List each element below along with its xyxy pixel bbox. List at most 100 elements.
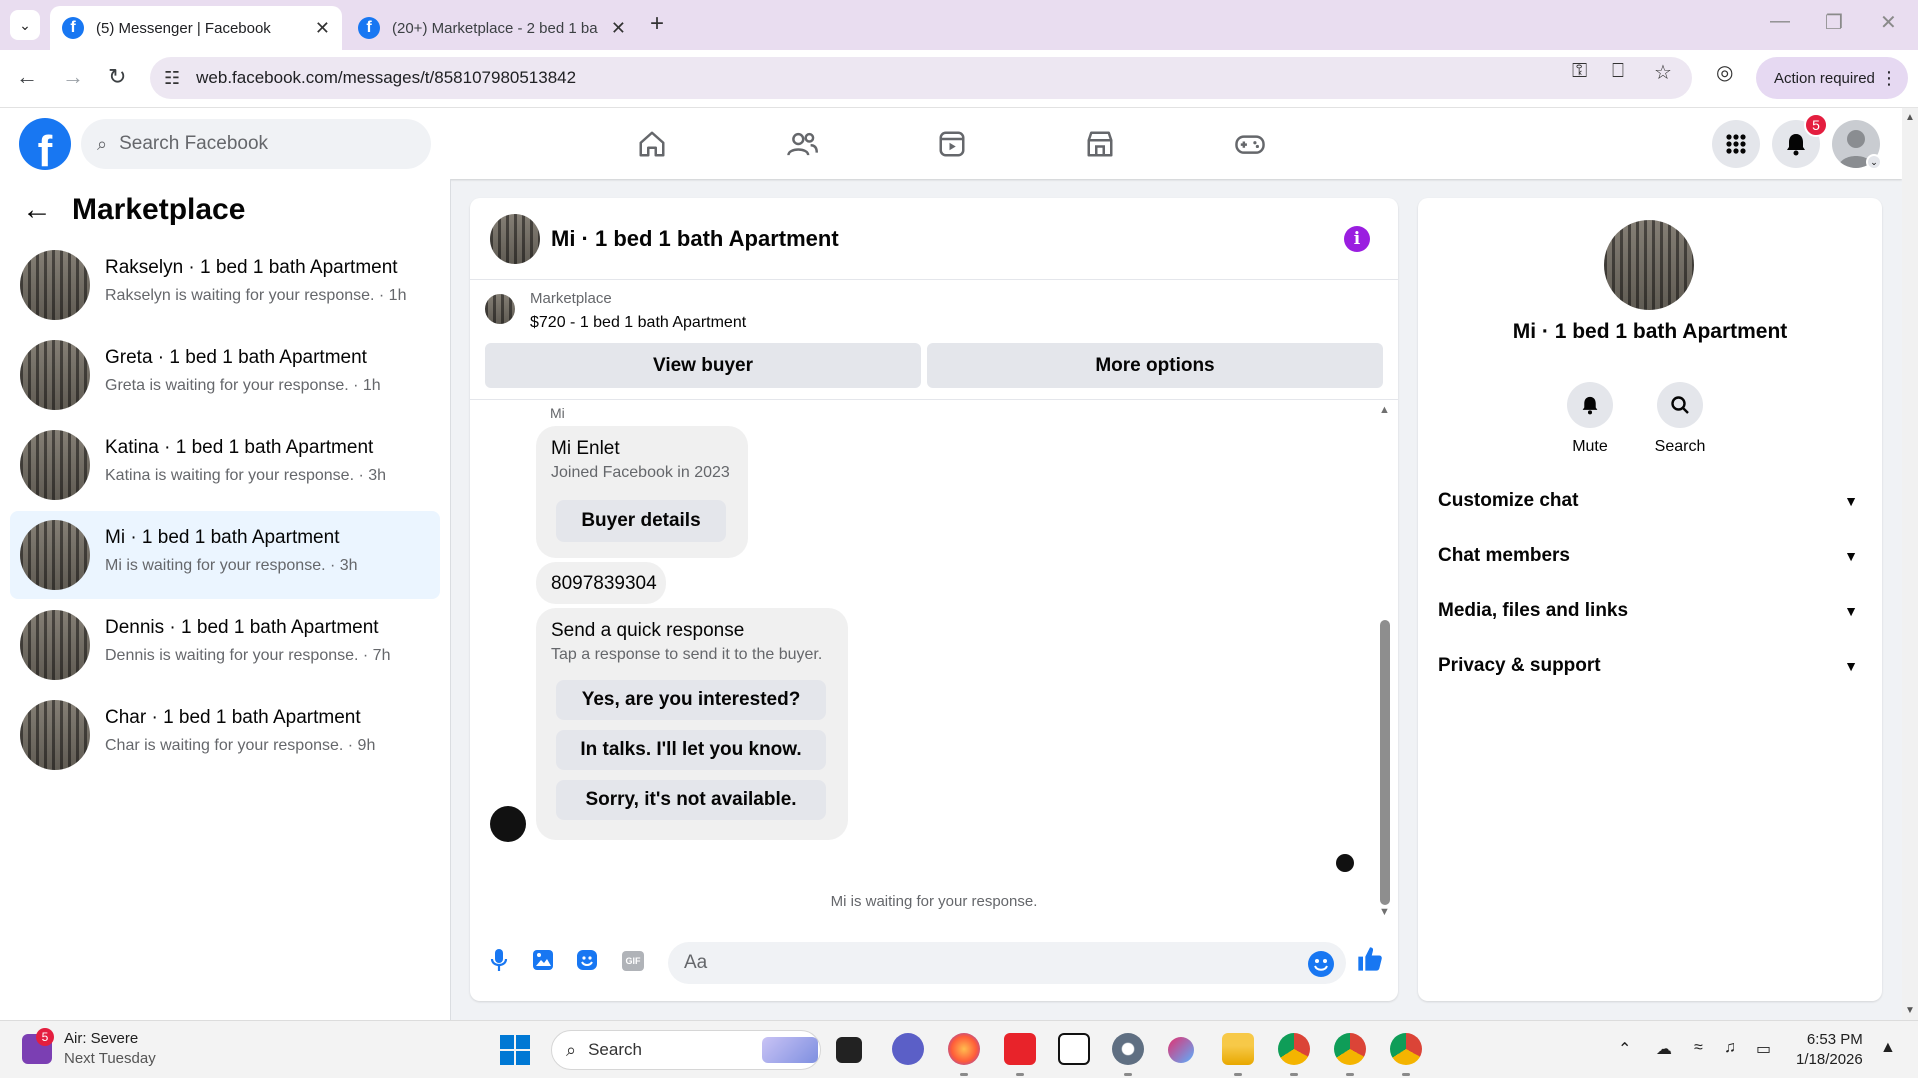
- conversation-status: Dennis is waiting for your response. · 7…: [105, 647, 391, 664]
- customize-chat-section[interactable]: Customize chat ▼: [1438, 481, 1862, 521]
- quick-reply-in-talks-button[interactable]: In talks. I'll let you know.: [556, 730, 826, 770]
- chevron-down-icon: ▼: [1844, 658, 1858, 674]
- mute-button[interactable]: Mute: [1550, 382, 1630, 456]
- settings-gear-icon[interactable]: [1112, 1033, 1144, 1065]
- gif-icon[interactable]: GIF: [622, 951, 644, 971]
- meet-app-icon[interactable]: [892, 1033, 924, 1065]
- conversation-item-katina[interactable]: Katina · 1 bed 1 bath Apartment Katina i…: [10, 421, 440, 509]
- message-list[interactable]: Mi Mi Enlet Joined Facebook in 2023 Buye…: [470, 400, 1398, 920]
- capcut-icon[interactable]: [1058, 1033, 1090, 1065]
- photo-icon[interactable]: [530, 947, 556, 973]
- tab-messenger[interactable]: f (5) Messenger | Facebook ✕: [50, 6, 342, 50]
- media-files-links-section[interactable]: Media, files and links ▼: [1438, 591, 1862, 631]
- file-explorer-icon[interactable]: [1222, 1033, 1254, 1065]
- conversation-item-greta[interactable]: Greta · 1 bed 1 bath Apartment Greta is …: [10, 331, 440, 419]
- cloud-offline-icon[interactable]: ☁: [1656, 1039, 1672, 1059]
- sender-avatar[interactable]: [490, 806, 526, 842]
- forward-arrow-icon[interactable]: →: [62, 64, 84, 90]
- video-icon[interactable]: [930, 122, 974, 166]
- chrome-profile-icon[interactable]: [1334, 1033, 1366, 1065]
- minimize-icon[interactable]: —: [1770, 10, 1790, 33]
- show-hidden-icons-chevron-icon[interactable]: ⌃: [1618, 1039, 1631, 1059]
- buyer-details-button[interactable]: Buyer details: [556, 500, 726, 542]
- facebook-favicon-icon: f: [358, 17, 380, 39]
- message-scrollbar-thumb[interactable]: [1380, 620, 1390, 905]
- action-required-button[interactable]: Action required ⋮: [1756, 57, 1908, 99]
- page-scrollbar[interactable]: ▲ ▼: [1902, 108, 1918, 1020]
- wps-office-icon[interactable]: [1004, 1033, 1036, 1065]
- conversation-item-mi[interactable]: Mi · 1 bed 1 bath Apartment Mi is waitin…: [10, 511, 440, 599]
- scroll-up-arrow-icon[interactable]: ▲: [1379, 404, 1390, 416]
- conversation-item-rakselyn[interactable]: Rakselyn · 1 bed 1 bath Apartment Raksel…: [10, 241, 440, 329]
- gaming-icon[interactable]: [1228, 122, 1272, 166]
- close-window-icon[interactable]: ✕: [1880, 10, 1897, 35]
- menu-grid-icon[interactable]: [1712, 120, 1760, 168]
- restore-icon[interactable]: ❐: [1825, 10, 1843, 35]
- kebab-menu-icon[interactable]: ⋮: [1880, 68, 1898, 89]
- volume-icon[interactable]: ♫: [1724, 1039, 1736, 1057]
- bookmark-star-icon[interactable]: ☆: [1654, 60, 1672, 85]
- more-options-button[interactable]: More options: [927, 343, 1383, 388]
- chat-members-section[interactable]: Chat members ▼: [1438, 536, 1862, 576]
- page-scroll-up-icon[interactable]: ▲: [1905, 112, 1915, 123]
- friends-icon[interactable]: [780, 122, 824, 166]
- close-tab-icon[interactable]: ✕: [315, 18, 330, 39]
- bell-icon: [1567, 382, 1613, 428]
- site-info-icon[interactable]: ☷: [164, 68, 180, 89]
- password-key-icon[interactable]: ⚿: [1572, 60, 1587, 83]
- page-scroll-down-icon[interactable]: ▼: [1905, 1005, 1915, 1016]
- firefox-icon[interactable]: [948, 1033, 980, 1065]
- windows-start-icon[interactable]: [500, 1035, 530, 1065]
- thumbs-up-icon[interactable]: [1356, 945, 1384, 980]
- account-chevron-down-icon[interactable]: ⌄: [1866, 154, 1882, 170]
- tab-marketplace[interactable]: f (20+) Marketplace - 2 bed 1 ba ✕: [346, 6, 638, 50]
- back-arrow-icon[interactable]: ←: [16, 64, 38, 90]
- section-label: Customize chat: [1438, 490, 1579, 511]
- conversation-item-char[interactable]: Char · 1 bed 1 bath Apartment Char is wa…: [10, 691, 440, 779]
- weather-widget[interactable]: 5 Air: Severe Next Tuesday: [22, 1028, 156, 1069]
- privacy-support-section[interactable]: Privacy & support ▼: [1438, 646, 1862, 686]
- notification-bell-icon[interactable]: ▲: [1880, 1039, 1896, 1057]
- battery-icon[interactable]: ▭: [1756, 1039, 1771, 1059]
- conversation-item-dennis[interactable]: Dennis · 1 bed 1 bath Apartment Dennis i…: [10, 601, 440, 689]
- quick-response-title: Send a quick response: [551, 620, 745, 641]
- search-in-conversation-button[interactable]: Search: [1640, 382, 1720, 456]
- quick-reply-not-available-button[interactable]: Sorry, it's not available.: [556, 780, 826, 820]
- emoji-icon[interactable]: [1308, 951, 1334, 977]
- task-view-icon[interactable]: [836, 1037, 862, 1063]
- chat-title[interactable]: Mi · 1 bed 1 bath Apartment: [551, 226, 839, 252]
- url-text: web.facebook.com/messages/t/858107980513…: [196, 68, 577, 87]
- listing-price-title[interactable]: $720 - 1 bed 1 bath Apartment: [530, 314, 746, 332]
- quick-response-subtitle: Tap a response to send it to the buyer.: [551, 646, 823, 663]
- sticker-icon[interactable]: [574, 947, 600, 973]
- taskbar-search[interactable]: ⌕ Search: [551, 1030, 821, 1070]
- facebook-search-input[interactable]: ⌕ Search Facebook: [81, 119, 431, 169]
- install-app-icon[interactable]: ⎕: [1612, 60, 1624, 83]
- chrome-profile-icon[interactable]: [1390, 1033, 1422, 1065]
- marketplace-icon[interactable]: [1078, 122, 1122, 166]
- system-clock[interactable]: 6:53 PM 1/18/2026: [1796, 1030, 1863, 1070]
- microphone-icon[interactable]: [486, 947, 512, 973]
- tab-list-chevron-icon[interactable]: ⌄: [10, 10, 40, 40]
- quick-reply-interested-button[interactable]: Yes, are you interested?: [556, 680, 826, 720]
- reload-icon[interactable]: ↻: [108, 64, 126, 90]
- new-tab-plus-icon[interactable]: +: [650, 10, 664, 38]
- conversation-avatar[interactable]: [1604, 220, 1694, 310]
- chrome-icon[interactable]: [1278, 1033, 1310, 1065]
- home-icon[interactable]: [630, 122, 674, 166]
- wifi-icon[interactable]: ≈: [1694, 1039, 1703, 1057]
- view-buyer-button[interactable]: View buyer: [485, 343, 921, 388]
- profile-icon[interactable]: ◎: [1716, 60, 1733, 85]
- section-label: Media, files and links: [1438, 600, 1629, 621]
- chat-avatar[interactable]: [490, 214, 540, 264]
- facebook-favicon-icon: f: [62, 17, 84, 39]
- message-input[interactable]: Aa: [668, 942, 1346, 984]
- back-arrow-icon[interactable]: ←: [22, 193, 52, 227]
- snipping-tool-icon[interactable]: [1168, 1037, 1194, 1063]
- url-omnibox[interactable]: ☷ web.facebook.com/messages/t/8581079805…: [150, 57, 1692, 99]
- clock-time: 6:53 PM: [1806, 1031, 1863, 1048]
- info-icon[interactable]: i: [1344, 226, 1370, 252]
- close-tab-icon[interactable]: ✕: [611, 18, 626, 39]
- facebook-logo-icon[interactable]: f: [19, 118, 71, 170]
- conversation-name: Rakselyn · 1 bed 1 bath Apartment: [105, 257, 398, 278]
